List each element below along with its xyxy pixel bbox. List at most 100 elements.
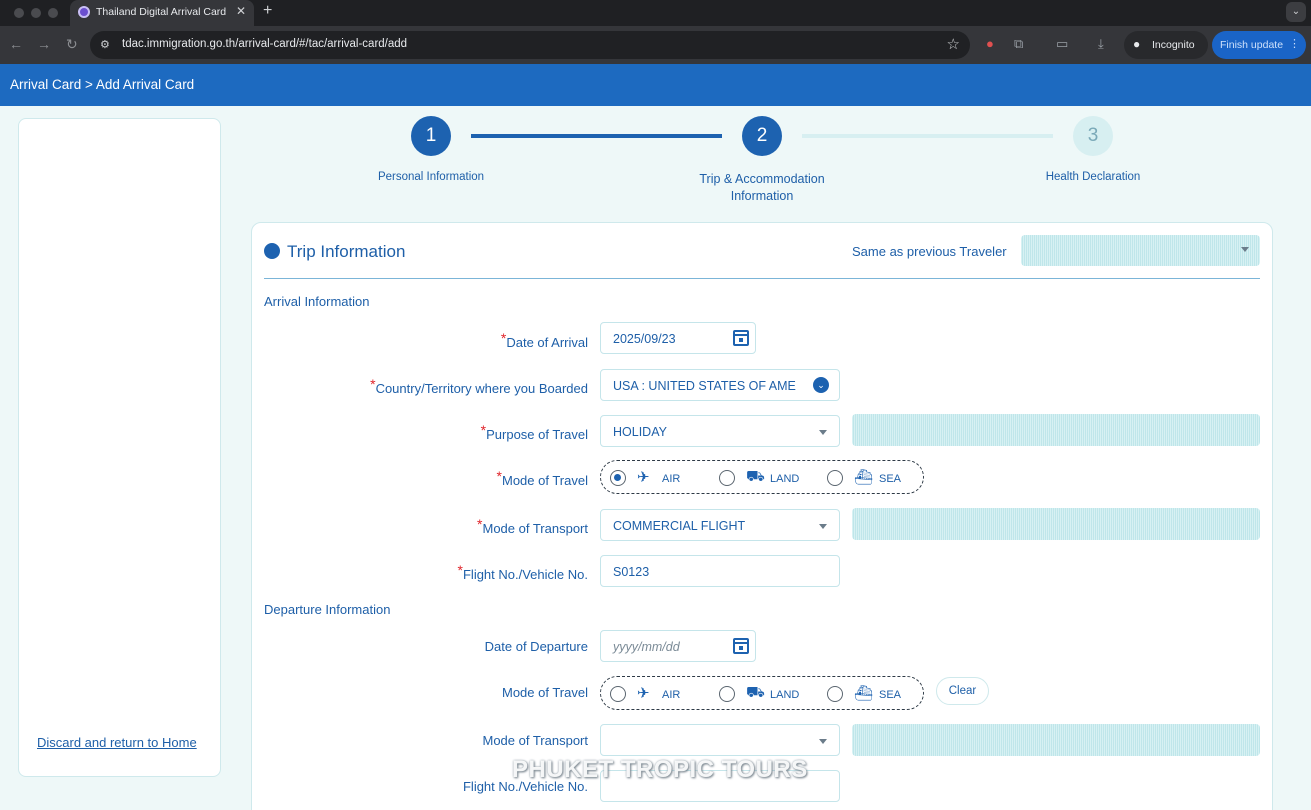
arrival-mode-air-radio[interactable] [610,470,626,486]
step-1-circle: 1 [411,116,451,156]
arrival-date-field[interactable]: 2025/09/23 [600,322,756,354]
ship-icon: ⛴ [854,685,874,702]
arrival-mode-land-label: LAND [770,473,800,485]
departure-mode-sea-radio[interactable] [827,686,843,702]
departure-transport-label: Mode of Transport [482,733,589,748]
car-icon: ⛟ [746,468,765,485]
arrival-mode-sea-label: SEA [879,473,902,485]
arrival-mode-land-radio[interactable] [719,470,735,486]
watermark: PHUKET TROPIC TOURS [512,756,808,783]
site-info-icon[interactable]: ⚙ [100,38,110,51]
globe-icon [264,243,280,259]
step-2-label: Trip & Accommodation Information [699,172,825,203]
extension-icon[interactable]: ● [986,36,994,51]
calendar-icon[interactable] [733,330,749,346]
departure-date-field[interactable]: yyyy/mm/dd [600,630,756,662]
departure-mode-land-label: LAND [770,689,800,701]
airplane-icon: ✈ [637,685,650,702]
departure-transport-select[interactable] [600,724,840,756]
airplane-icon: ✈ [637,469,650,486]
departure-mode-sea-label: SEA [879,689,902,701]
departure-date-label: Date of Departure [484,639,588,654]
departure-section-title: Departure Information [264,602,391,617]
forward-arrow-icon[interactable]: → [37,36,51,52]
purpose-select[interactable]: HOLIDAY [600,415,840,447]
finish-update-button[interactable]: Finish update ⋮ [1212,31,1306,59]
departure-date-placeholder: yyyy/mm/dd [613,640,680,654]
extensions-puzzle-icon[interactable]: ⧉ [1014,36,1023,52]
calendar-icon[interactable] [733,638,749,654]
arrival-mode-label: *Mode of Travel [496,468,588,488]
browser-tab-bar: Thailand Digital Arrival Card ✕ + ⌄ [0,0,1311,26]
same-as-previous-label: Same as previous Traveler [852,244,1007,259]
tab-search-icon[interactable]: ⌄ [1286,2,1306,22]
arrival-date-value: 2025/09/23 [613,332,676,346]
card-title: Trip Information [287,242,406,261]
window-minimize-dot[interactable] [31,8,41,18]
departure-transport-other-input[interactable] [852,724,1260,756]
arrival-flight-label: *Flight No./Vehicle No. [457,562,588,582]
tab-close-icon[interactable]: ✕ [236,4,246,18]
country-boarded-value: USA : UNITED STATES OF AME [613,379,796,393]
ship-icon: ⛴ [854,469,874,486]
chevron-down-icon [819,739,827,744]
purpose-value: HOLIDAY [613,425,667,439]
chevron-down-icon: ⌄ [813,377,829,393]
purpose-label: *Purpose of Travel [480,422,588,442]
browser-toolbar: ← → ↻ ⚙ tdac.immigration.go.th/arrival-c… [0,26,1311,64]
arrival-date-label: *Date of Arrival [500,330,588,350]
departure-mode-air-label: AIR [662,689,681,701]
arrival-mode-air-label: AIR [662,473,681,485]
window-close-dot[interactable] [14,8,24,18]
left-panel: Discard and return to Home [18,118,221,777]
app-header: Arrival Card > Add Arrival Card [0,64,1311,106]
clear-button[interactable]: Clear [936,677,989,705]
step-1-label: Personal Information [377,171,485,183]
departure-mode-radio-group: ✈ AIR ⛟ LAND ⛴ SEA [600,676,924,710]
reload-icon[interactable]: ↻ [66,36,78,53]
step-2-circle: 2 [742,116,782,156]
departure-mode-land-radio[interactable] [719,686,735,702]
breadcrumb: Arrival Card > Add Arrival Card [10,77,195,92]
chevron-down-icon [819,524,827,529]
url-text: tdac.immigration.go.th/arrival-card/#/ta… [122,38,408,50]
chevron-down-icon [819,430,827,435]
tab-title: Thailand Digital Arrival Card [96,6,227,18]
address-bar[interactable]: ⚙ tdac.immigration.go.th/arrival-card/#/… [90,31,970,59]
more-menu-icon[interactable]: ⋮ [1289,37,1300,50]
step-1-connector [471,134,722,138]
arrival-flight-input[interactable]: S0123 [600,555,840,587]
step-3-label: Health Declaration [1045,171,1141,183]
step-3-circle: 3 [1073,116,1113,156]
purpose-other-input[interactable] [852,414,1260,446]
download-icon[interactable]: ⤓ [1098,36,1104,52]
arrival-flight-value: S0123 [613,565,650,579]
step-2-connector [802,134,1053,138]
cast-icon[interactable]: ▭ [1056,36,1068,52]
bookmark-star-icon[interactable]: ☆ [947,35,960,53]
chevron-down-icon [1241,247,1249,252]
browser-tab[interactable]: Thailand Digital Arrival Card ✕ [70,0,254,26]
departure-mode-air-radio[interactable] [610,686,626,702]
site-favicon-icon [78,6,90,18]
back-arrow-icon[interactable]: ← [9,36,23,52]
car-icon: ⛟ [746,684,765,701]
country-boarded-select[interactable]: USA : UNITED STATES OF AME ⌄ [600,369,840,401]
departure-mode-label: Mode of Travel [502,685,588,700]
finish-update-label: Finish update [1220,39,1284,51]
incognito-indicator[interactable]: ● Incognito [1124,31,1208,59]
arrival-transport-other-input[interactable] [852,508,1260,540]
arrival-transport-select[interactable]: COMMERCIAL FLIGHT [600,509,840,541]
country-boarded-label: *Country/Territory where you Boarded [370,376,588,396]
arrival-mode-sea-radio[interactable] [827,470,843,486]
incognito-label: Incognito [1152,39,1195,51]
same-as-previous-select[interactable] [1021,235,1260,266]
arrival-transport-value: COMMERCIAL FLIGHT [613,519,746,533]
incognito-icon: ● [1133,37,1141,51]
title-divider [264,278,1260,279]
arrival-section-title: Arrival Information [264,294,370,309]
arrival-transport-label: *Mode of Transport [477,516,588,536]
new-tab-icon[interactable]: + [263,2,272,20]
window-zoom-dot[interactable] [48,8,58,18]
discard-link[interactable]: Discard and return to Home [37,735,197,750]
